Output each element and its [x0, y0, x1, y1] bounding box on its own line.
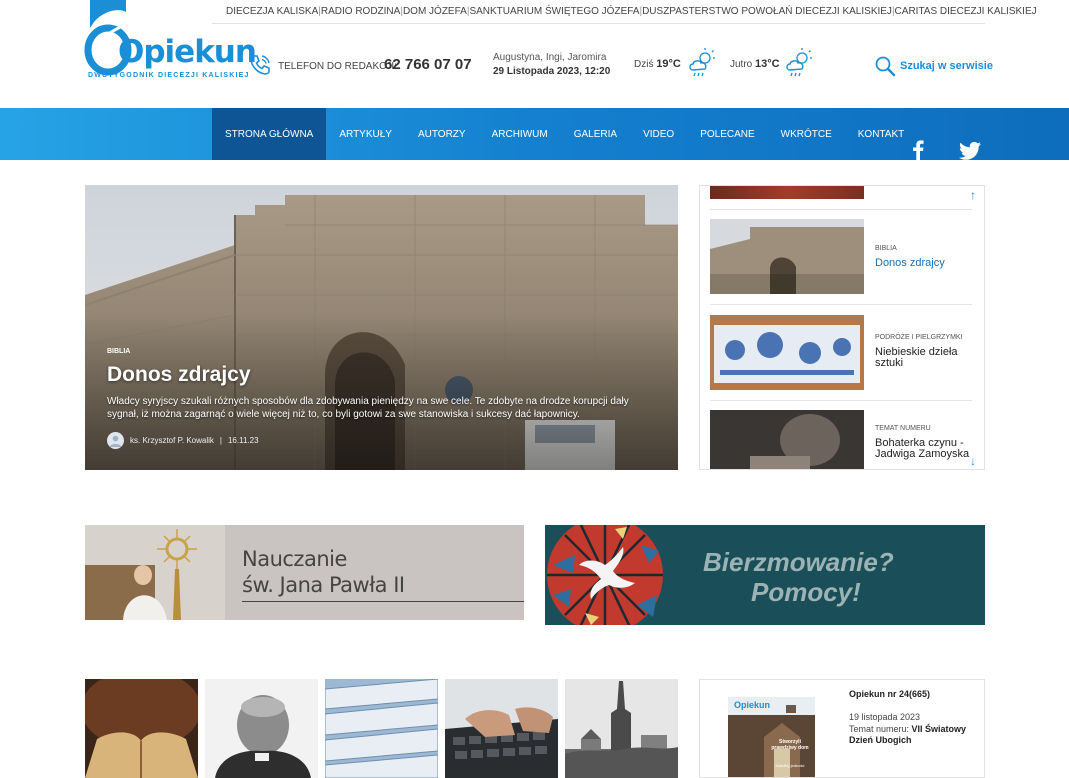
banner-jp2-teaching[interactable]: Nauczanie św. Jana Pawła II — [85, 525, 524, 620]
cloud-rain-sun-icon — [786, 48, 812, 77]
banner-line-1: Nauczanie — [242, 547, 347, 571]
list-item[interactable]: PODRÓŻE I PIELGRZYMKI Niebieskie dzieła … — [710, 315, 972, 391]
nav-item-home[interactable]: STRONA GŁÓWNA — [212, 108, 327, 160]
issue-topic-label: Temat numeru: — [849, 724, 910, 734]
tile-image — [325, 679, 438, 778]
current-issue[interactable]: Opiekun Stworzyli prawdziwy dom Katolicy… — [699, 679, 985, 778]
tile-image — [85, 679, 198, 778]
top-links: DIECEZJA KALISKA | RADIO RODZINA | DOM J… — [212, 0, 1037, 24]
cover-brand: Opiekun — [734, 700, 771, 710]
list-item-thumbnail — [710, 219, 864, 294]
issue-cover[interactable]: Opiekun Stworzyli prawdziwy dom Katolicy… — [728, 697, 815, 777]
banner-line-2: Pomocy! — [751, 577, 861, 607]
separator: | — [219, 436, 222, 445]
user-icon — [110, 435, 121, 447]
list-item-thumbnail — [710, 410, 864, 469]
tile-image — [445, 679, 558, 778]
toplink-caritas[interactable]: CARITAS DIECEZJI KALISKIEJ — [895, 6, 1037, 17]
divider — [710, 304, 972, 305]
list-item-title[interactable]: Niebieskie dzieła sztuki — [875, 347, 975, 369]
avatar — [107, 432, 124, 449]
weather-today-temp: 19°C — [656, 58, 681, 70]
divider — [710, 400, 972, 401]
facebook-icon[interactable] — [912, 124, 924, 176]
hero-title[interactable]: Donos zdrajcy — [107, 363, 251, 387]
cloud-rain-sun-icon — [689, 48, 715, 77]
tile-image — [565, 679, 678, 778]
search-label: Szukaj w serwisie — [900, 60, 993, 72]
cover-headline: Stworzyli prawdziwy dom — [771, 739, 809, 751]
banner-confirmation[interactable]: Bierzmowanie? Pomocy! — [545, 525, 985, 625]
hero-category[interactable]: BIBLIA — [107, 348, 130, 355]
list-item-category: TEMAT NUMERU — [875, 425, 931, 432]
weather-tomorrow-temp: 13°C — [755, 58, 780, 70]
toplink-dom-jozefa[interactable]: DOM JÓZEFA — [403, 6, 467, 17]
phone-number[interactable]: 62 766 07 07 — [384, 56, 472, 73]
toplink-sanktuarium[interactable]: SANKTUARIUM ŚWIĘTEGO JÓZEFA — [469, 6, 639, 17]
site-header: Opiekun DWUTYGODNIK DIECEZJI KALISKIEJ D… — [0, 0, 1069, 108]
hero-image — [85, 185, 678, 470]
list-item-thumbnail — [710, 315, 864, 390]
nav-item-archive[interactable]: ARCHIWUM — [479, 108, 561, 160]
weather-today: Dziś 19°C — [634, 58, 681, 70]
name-day: Augustyna, Ingi, Jaromira — [493, 52, 607, 63]
hero-meta: ks. Krzysztof P. Kowalik | 16.11.23 — [107, 432, 259, 449]
category-tile-articles[interactable] — [445, 679, 558, 778]
category-tile-authors[interactable] — [205, 679, 318, 778]
category-tile-bible[interactable] — [85, 679, 198, 778]
list-item-title[interactable]: Bohaterka czynu - Jadwiga Zamoyska — [875, 438, 975, 460]
nav-item-video[interactable]: VIDEO — [630, 108, 687, 160]
hero-author[interactable]: ks. Krzysztof P. Kowalik — [130, 436, 214, 445]
banner-line-1: Bierzmowanie? — [703, 547, 894, 577]
weather-tomorrow-label: Jutro — [730, 59, 753, 70]
main-nav: STRONA GŁÓWNA ARTYKUŁY AUTORZY ARCHIWUM … — [0, 108, 1069, 160]
category-tile-archive[interactable] — [325, 679, 438, 778]
scroll-down-icon[interactable]: ↓ — [970, 454, 976, 468]
twitter-icon[interactable] — [959, 125, 981, 177]
banner-line-2: św. Jana Pawła II — [242, 573, 405, 597]
divider — [242, 601, 524, 602]
toplink-radio[interactable]: RADIO RODZINA — [321, 6, 400, 17]
category-tile-parishes[interactable] — [565, 679, 678, 778]
list-item-category: BIBLIA — [875, 245, 897, 252]
nav-item-soon[interactable]: WKRÓTCE — [768, 108, 845, 160]
logo-tagline: DWUTYGODNIK DIECEZJI KALISKIEJ — [88, 72, 250, 79]
issue-topic: Temat numeru: VII Światowy Dzień Ubogich — [849, 724, 979, 746]
divider — [710, 209, 972, 210]
current-datetime: 29 Listopada 2023, 12:20 — [493, 66, 611, 77]
banner-image — [85, 525, 225, 620]
phone-icon — [250, 55, 270, 75]
list-item-thumbnail — [710, 186, 864, 199]
phone-label: TELEFON DO REDAKCJI: — [278, 61, 397, 72]
logo-wordmark: Opiekun — [118, 34, 257, 70]
issue-date: 19 listopada 2023 — [849, 712, 921, 722]
nav-item-articles[interactable]: ARTYKUŁY — [326, 108, 405, 160]
banner-image — [545, 525, 675, 625]
hero-lead: Władcy syryjscy szukali różnych sposobów… — [107, 396, 629, 420]
nav-menu: STRONA GŁÓWNA ARTYKUŁY AUTORZY ARCHIWUM … — [212, 108, 917, 160]
weather-today-label: Dziś — [634, 59, 654, 70]
hero-article[interactable]: BIBLIA Donos zdrajcy Władcy syryjscy szu… — [85, 185, 678, 470]
toplink-duszpasterstwo[interactable]: DUSZPASTERSTWO POWOŁAŃ DIECEZJI KALISKIE… — [642, 6, 892, 17]
side-article-list: ↑ BIBLIA Donos zdrajcy PODRÓŻE I PIELGRZ… — [699, 185, 985, 470]
scroll-up-icon[interactable]: ↑ — [970, 188, 976, 202]
nav-item-contact[interactable]: KONTAKT — [845, 108, 917, 160]
hero-date: 16.11.23 — [227, 436, 259, 445]
weather-tomorrow: Jutro 13°C — [730, 58, 780, 70]
tile-image — [205, 679, 318, 778]
search-icon — [875, 56, 896, 77]
list-item[interactable]: TEMAT NUMERU Bohaterka czynu - Jadwiga Z… — [710, 410, 975, 469]
list-item-category: PODRÓŻE I PIELGRZYMKI — [875, 334, 963, 341]
cover-subline: Katolicy jedność — [775, 763, 805, 768]
nav-item-gallery[interactable]: GALERIA — [561, 108, 630, 160]
toplink-diecezja[interactable]: DIECEZJA KALISKA — [226, 6, 318, 17]
search-button[interactable]: Szukaj w serwisie — [874, 55, 993, 77]
nav-item-authors[interactable]: AUTORZY — [405, 108, 479, 160]
nav-item-recommended[interactable]: POLECANE — [687, 108, 767, 160]
list-item-title[interactable]: Donos zdrajcy — [875, 258, 975, 269]
issue-title[interactable]: Opiekun nr 24(665) — [849, 689, 930, 699]
list-item[interactable]: BIBLIA Donos zdrajcy — [710, 219, 972, 295]
